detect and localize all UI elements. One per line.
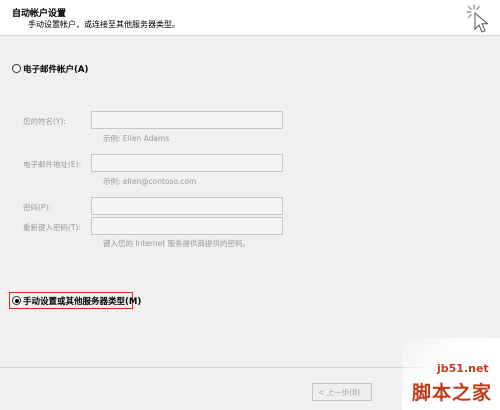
email-hint: 示例: ellen@contoso.com	[103, 177, 197, 186]
manual-setup-label[interactable]: 手动设置或其他服务器类型(M)	[23, 295, 141, 307]
page-title: 自动帐户设置	[12, 9, 67, 19]
name-input[interactable]	[91, 111, 283, 129]
retype-password-label: 重新键入密码(T):	[23, 223, 81, 232]
email-input[interactable]	[91, 154, 283, 172]
password-label: 密码(P):	[23, 203, 51, 212]
email-account-label[interactable]: 电子邮件帐户(A)	[23, 63, 88, 75]
name-label: 您的姓名(Y):	[23, 117, 66, 126]
name-hint: 示例: Ellen Adams	[103, 134, 170, 143]
wizard-cursor-icon	[466, 4, 489, 33]
back-button[interactable]: < 上一步(B)	[312, 383, 372, 401]
page-subtitle: 手动设置帐户，或连接至其他服务器类型。	[28, 20, 180, 29]
email-label: 电子邮件地址(E):	[23, 160, 82, 169]
retype-password-input[interactable]	[91, 217, 283, 235]
password-hint: 键入您的 Internet 服务提供商提供的密码。	[103, 239, 251, 248]
email-account-radio[interactable]	[12, 64, 21, 73]
manual-setup-radio[interactable]	[12, 296, 21, 305]
wizard-header: 自动帐户设置 手动设置帐户，或连接至其他服务器类型。	[0, 0, 500, 36]
password-input[interactable]	[91, 197, 283, 215]
watermark-text: 脚本之家	[412, 382, 493, 404]
watermark-url: jb51.net	[437, 362, 489, 375]
